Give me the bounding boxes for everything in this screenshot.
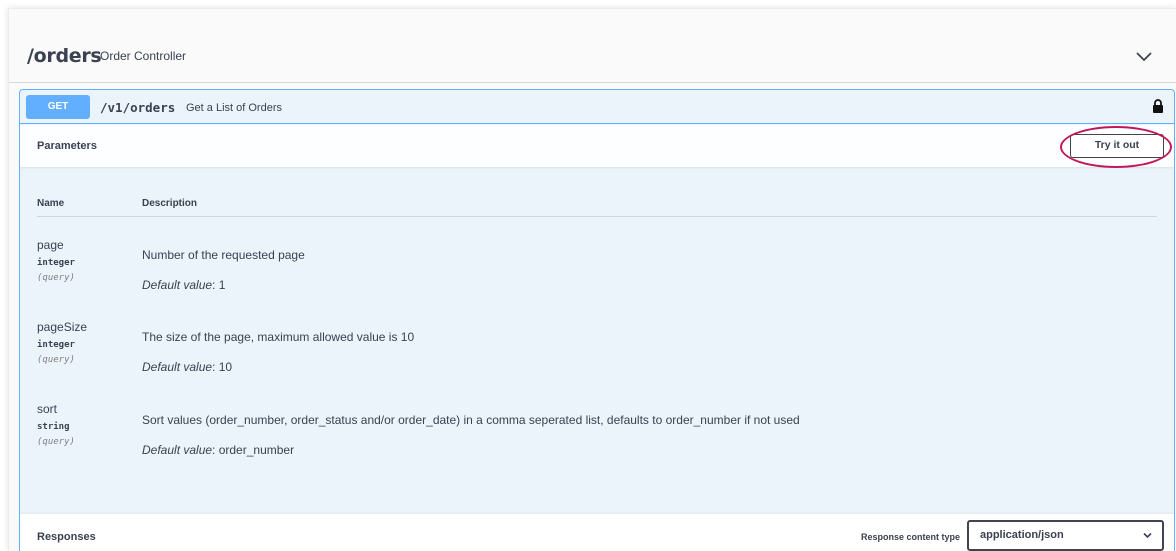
default-value: : 1 bbox=[212, 278, 226, 292]
column-header-description: Description bbox=[142, 198, 198, 209]
param-description: The size of the page, maximum allowed va… bbox=[142, 330, 415, 344]
param-default: Default value: 10 bbox=[142, 360, 232, 374]
selected-content-type: application/json bbox=[980, 529, 1064, 541]
tag-header[interactable]: /orders Order Controller bbox=[9, 9, 1176, 83]
param-type: integer bbox=[37, 258, 75, 268]
column-header-name: Name bbox=[37, 198, 65, 209]
responses-title: Responses bbox=[37, 531, 96, 543]
default-label: Default value bbox=[142, 278, 213, 292]
response-content-type-label: Response content type bbox=[860, 532, 960, 542]
tag-name: /orders bbox=[27, 45, 102, 67]
param-location: (query) bbox=[37, 355, 75, 365]
default-value: : order_number bbox=[212, 443, 295, 457]
header-divider bbox=[37, 216, 1157, 217]
param-default: Default value: order_number bbox=[142, 443, 294, 457]
param-type: integer bbox=[37, 340, 75, 350]
operations-panel: /orders Order Controller GET /v1/orders … bbox=[8, 8, 1176, 551]
param-name: pageSize bbox=[37, 320, 88, 334]
responses-header: Responses Response content type applicat… bbox=[20, 514, 1174, 551]
default-label: Default value bbox=[142, 443, 213, 457]
operation-summary-text: Get a List of Orders bbox=[186, 102, 282, 114]
default-value: : 10 bbox=[212, 360, 233, 374]
try-it-out-button[interactable]: Try it out bbox=[1070, 134, 1164, 158]
param-type: string bbox=[37, 422, 70, 432]
param-name: page bbox=[37, 238, 64, 252]
operation-summary[interactable]: GET /v1/orders Get a List of Orders bbox=[20, 90, 1174, 124]
param-name: sort bbox=[37, 402, 58, 416]
lock-icon[interactable] bbox=[1152, 98, 1164, 114]
operation-block: GET /v1/orders Get a List of Orders Para… bbox=[19, 89, 1175, 551]
param-location: (query) bbox=[37, 437, 75, 447]
param-default: Default value: 1 bbox=[142, 278, 225, 292]
default-label: Default value bbox=[142, 360, 213, 374]
chevron-down-icon bbox=[1143, 532, 1152, 539]
parameters-title: Parameters bbox=[37, 140, 97, 152]
param-description: Number of the requested page bbox=[142, 248, 305, 262]
method-badge: GET bbox=[26, 95, 90, 119]
response-content-type-select[interactable]: application/json bbox=[967, 520, 1164, 551]
param-location: (query) bbox=[37, 273, 75, 283]
chevron-down-icon[interactable] bbox=[1135, 49, 1153, 63]
tag-description: Order Controller bbox=[100, 49, 187, 63]
parameters-header: Parameters Try it out bbox=[20, 125, 1174, 168]
operation-path: /v1/orders bbox=[100, 100, 176, 115]
param-description: Sort values (order_number, order_status … bbox=[142, 413, 800, 427]
